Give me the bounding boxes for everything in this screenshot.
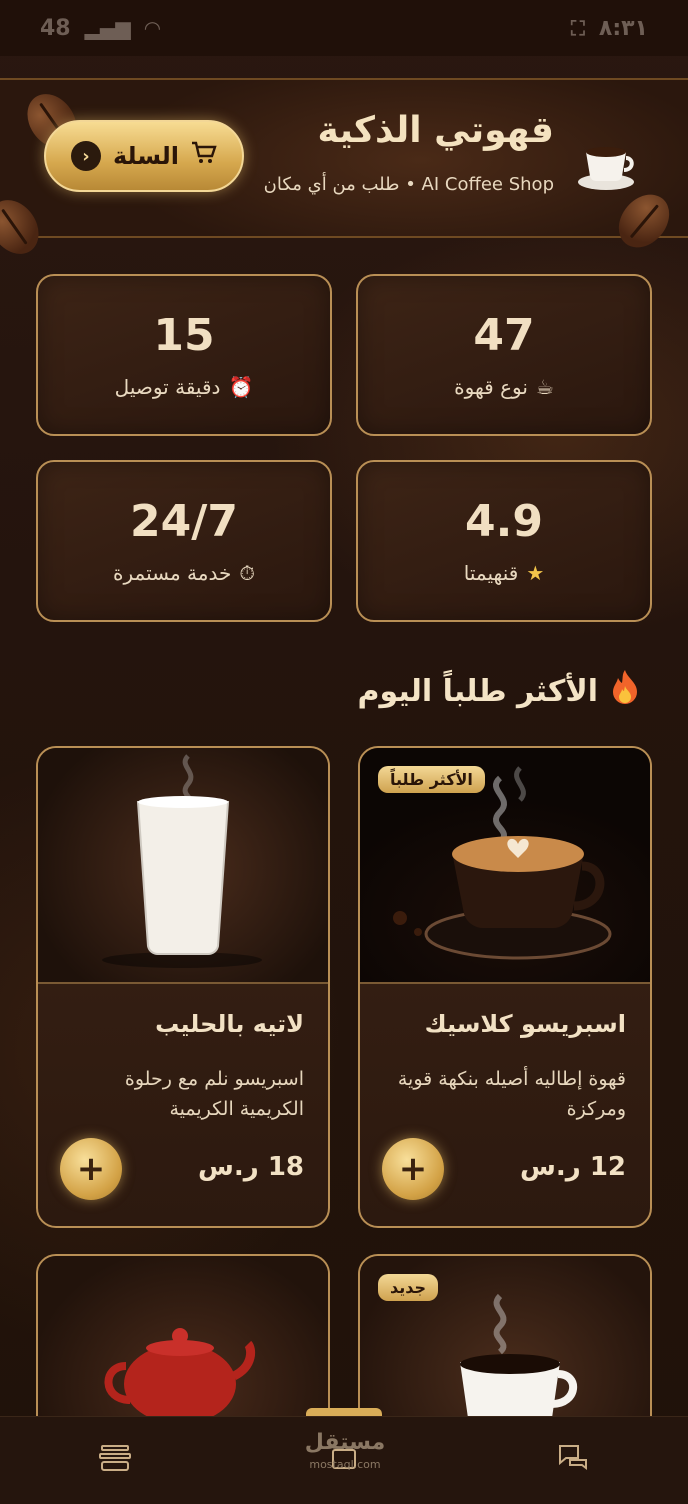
app-header: السلة ‹ قهوتي الذكية AI Coffee Shop • طل…: [0, 78, 688, 264]
espresso-image: الأكثر طلباً: [360, 748, 650, 984]
stat-value: 15: [153, 310, 215, 361]
stat-value: 47: [473, 310, 535, 361]
screenshot-icon: ⛶: [570, 16, 585, 40]
stat-service-hours: 24/7 ⏱ خدمة مستمرة: [36, 460, 332, 622]
watermark-text: مستقل: [304, 1430, 386, 1455]
new-badge: جديد: [378, 1274, 439, 1301]
cart-icon: [191, 141, 217, 171]
alarm-clock-icon: ⏰: [228, 375, 254, 399]
product-price: 12 ر.س: [520, 1152, 626, 1182]
chat-icon: [556, 1440, 590, 1482]
add-to-cart-button[interactable]: +: [382, 1138, 444, 1200]
stack-icon: [98, 1440, 132, 1482]
stat-label-row: ⏱ خدمة مستمرة: [38, 561, 330, 585]
stat-label-row: ★ قنهيمتا: [358, 561, 650, 585]
nav-chat-button[interactable]: [543, 1431, 603, 1491]
star-icon: ★: [526, 561, 545, 585]
latte-image: [38, 748, 328, 984]
cart-button[interactable]: السلة ‹: [44, 120, 244, 192]
signal-icon: ▂▄▆: [84, 16, 131, 40]
product-card[interactable]: الأكثر طلباً اسبريسو كلاسيك قهوة إطاليه …: [358, 746, 652, 1228]
product-price: 18 ر.س: [198, 1152, 304, 1182]
coffee-cup-logo-icon: [576, 130, 640, 194]
stat-label-row: ⏰ دقيقة توصيل: [38, 375, 330, 399]
app-subtitle: AI Coffee Shop • طلب من أي مكان: [263, 174, 554, 195]
stat-rating: 4.9 ★ قنهيمتا: [356, 460, 652, 622]
cart-label: السلة: [113, 142, 180, 170]
app-title: قهوتي الذكية: [317, 110, 555, 151]
best-seller-badge: الأكثر طلباً: [378, 766, 485, 793]
watermark-url: mostaql.com: [309, 1458, 381, 1471]
status-left: 48 ▂▄▆ ◠: [40, 16, 160, 41]
product-name: لاتيه بالحليب: [155, 1010, 304, 1038]
stat-coffee-types: 47 ☕ نوع قهوة: [356, 274, 652, 436]
watermark: مستقل mostaql.com: [300, 1432, 390, 1476]
section-title: الأكثر طلباً اليوم: [357, 673, 598, 709]
coffee-bean-decoration: [608, 184, 680, 258]
stat-delivery-minutes: 15 ⏰ دقيقة توصيل: [36, 274, 332, 436]
plus-icon: +: [398, 1149, 428, 1189]
chevron-left-icon: ‹: [71, 141, 101, 171]
status-right: ⛶ ٨:٣١: [571, 16, 648, 41]
wifi-icon: ◠: [144, 16, 161, 40]
stat-label: قنهيمتا: [463, 561, 519, 585]
clock: ٨:٣١: [598, 15, 648, 41]
section-title-row: الأكثر طلباً اليوم: [358, 668, 642, 714]
stopwatch-icon: ⏱: [239, 561, 255, 585]
product-card[interactable]: لاتيه بالحليب اسبريسو نلم مع رحلوة الكري…: [36, 746, 330, 1228]
status-bar: 48 ▂▄▆ ◠ ⛶ ٨:٣١: [0, 0, 688, 56]
plus-icon: +: [76, 1149, 106, 1189]
coffee-bean-decoration: [0, 190, 49, 264]
nav-menu-button[interactable]: [85, 1431, 145, 1491]
fire-icon: [608, 668, 642, 714]
coffee-cup-icon: ☕: [535, 375, 554, 399]
add-to-cart-button[interactable]: +: [60, 1138, 122, 1200]
stat-label-row: ☕ نوع قهوة: [358, 375, 650, 399]
product-name: اسبريسو كلاسيك: [424, 1010, 626, 1038]
stat-label: دقيقة توصيل: [114, 375, 221, 399]
stat-label: خدمة مستمرة: [113, 561, 232, 585]
stat-label: نوع قهوة: [454, 375, 528, 399]
battery-level: 48: [40, 15, 71, 41]
product-description: اسبريسو نلم مع رحلوة الكريمية الكريمية: [124, 1068, 304, 1120]
stat-value: 4.9: [465, 496, 543, 547]
stat-value: 24/7: [130, 496, 238, 547]
product-description: قهوة إطاليه أصيله بنكهة قوية ومركزة: [397, 1068, 626, 1120]
